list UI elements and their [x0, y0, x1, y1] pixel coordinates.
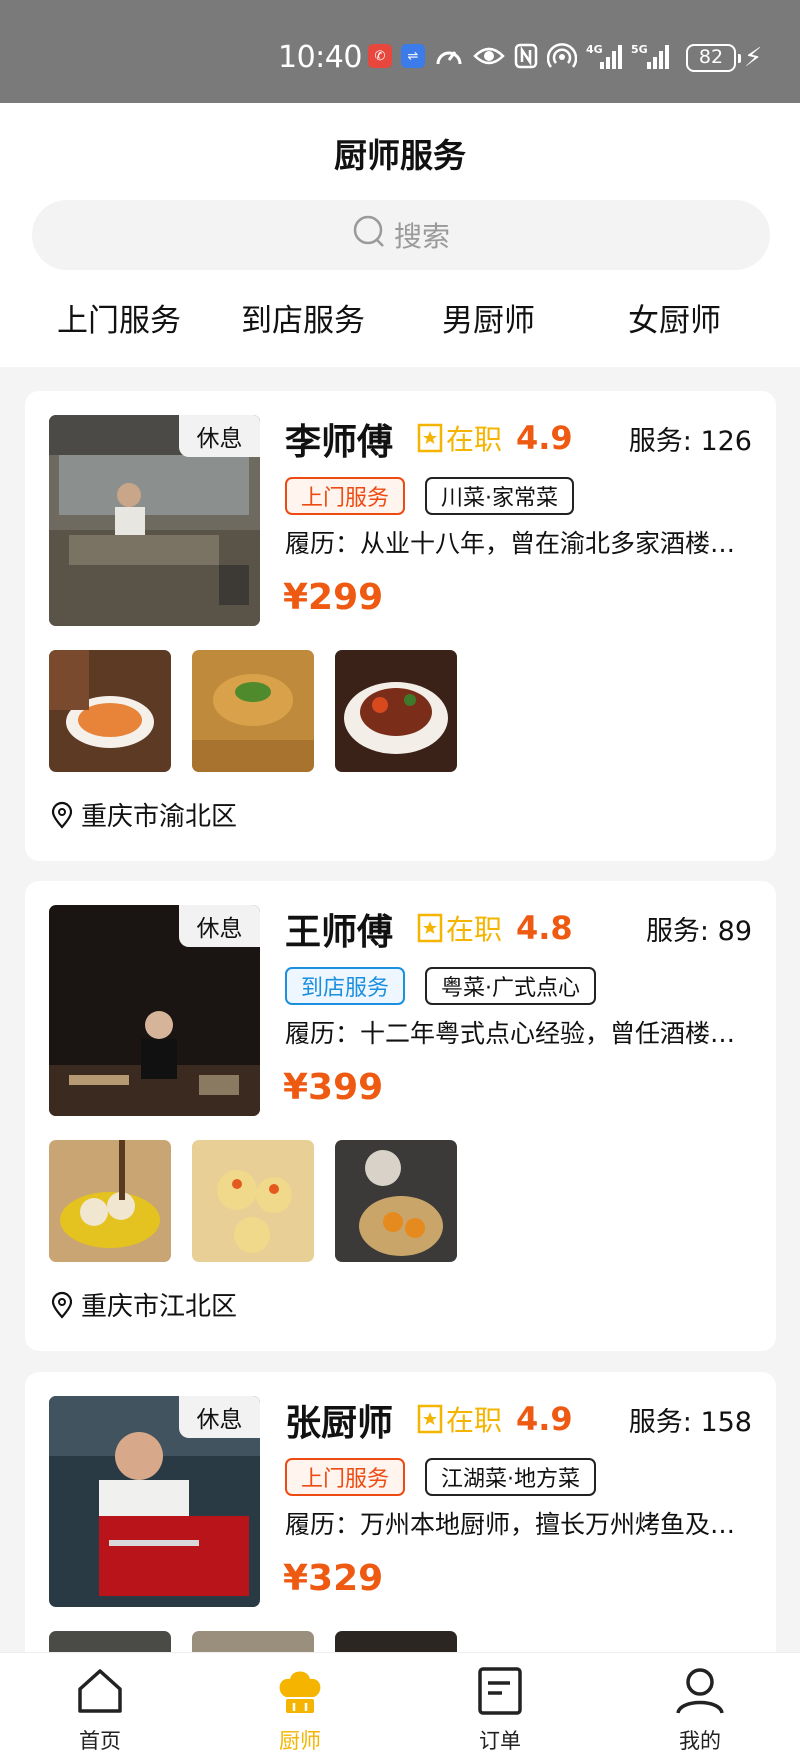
service-type-tag: 上门服务	[285, 1458, 406, 1496]
hotspot-icon	[547, 42, 577, 70]
tab-profile[interactable]: 我的	[650, 1663, 750, 1755]
tab-orders[interactable]: 订单	[450, 1663, 550, 1755]
on-duty-status: 在职	[417, 1399, 502, 1439]
svg-text:4G: 4G	[586, 43, 603, 56]
service-count: 服务: 126	[629, 419, 752, 458]
tab-female-chef[interactable]: 女厨师	[628, 295, 721, 340]
on-duty-status: 在职	[417, 908, 502, 948]
badge-star-icon	[417, 913, 443, 943]
badge-star-icon	[417, 1404, 443, 1434]
location-text: 重庆市江北区	[81, 1292, 238, 1322]
cuisine-tag: 粤菜·广式点心	[425, 967, 596, 1005]
chef-price: ¥399	[283, 1067, 384, 1108]
bottom-tab-bar: 首页 厨师 订单 我的	[0, 1652, 800, 1760]
dish-photo[interactable]	[192, 650, 314, 772]
speedometer-icon	[434, 42, 464, 70]
chef-card[interactable]: 休息 张厨师 在职 4.9 服务: 158 上门服务 江湖菜·地方菜 履历：万州…	[25, 1372, 776, 1672]
tab-label: 首页	[79, 1729, 121, 1753]
dish-photo[interactable]	[335, 650, 457, 772]
search-input[interactable]: 搜索	[32, 200, 770, 270]
status-label: 在职	[446, 1404, 503, 1437]
location-text: 重庆市渝北区	[81, 802, 238, 832]
signal-4g-icon: 4G	[586, 42, 622, 70]
filter-tabs: 上门服务 到店服务 男厨师 女厨师	[0, 295, 800, 355]
status-bar: 10:40 ✆ ⇌ 4G 5G 82 ⚡	[0, 0, 800, 103]
cuisine-tag: 江湖菜·地方菜	[425, 1458, 596, 1496]
status-label: 在职	[446, 913, 503, 946]
service-count: 服务: 89	[646, 909, 752, 948]
chef-avatar: 休息	[49, 1396, 260, 1607]
page-header: 厨师服务 搜索 上门服务 到店服务 男厨师 女厨师	[0, 103, 800, 367]
service-number: 126	[700, 426, 752, 457]
chef-price: ¥329	[283, 1558, 384, 1599]
service-number: 158	[700, 1407, 752, 1438]
tab-home[interactable]: 首页	[50, 1663, 150, 1755]
chef-name: 李师傅	[285, 422, 394, 463]
missed-call-icon: ✆	[368, 44, 392, 68]
chef-avatar: 休息	[49, 415, 260, 626]
profile-icon	[676, 1668, 724, 1714]
chef-price: ¥299	[283, 577, 384, 618]
cuisine-tag: 川菜·家常菜	[425, 477, 574, 515]
page-title: 厨师服务	[334, 136, 466, 175]
usb-icon: ⇌	[401, 44, 425, 68]
chef-rating: 4.9	[516, 419, 573, 457]
dish-photo[interactable]	[192, 1140, 314, 1262]
dish-photo[interactable]	[335, 1140, 457, 1262]
rest-badge: 休息	[179, 905, 260, 947]
chef-rating: 4.8	[516, 909, 573, 947]
tab-male-chef[interactable]: 男厨师	[442, 295, 535, 340]
chef-avatar: 休息	[49, 905, 260, 1116]
tab-store-service[interactable]: 到店服务	[241, 295, 365, 340]
chef-card[interactable]: 休息 李师傅 在职 4.9 服务: 126 上门服务 川菜·家常菜 履历：从业十…	[25, 391, 776, 861]
order-icon	[478, 1667, 522, 1715]
rest-badge: 休息	[179, 415, 260, 457]
search-placeholder: 搜索	[393, 220, 450, 253]
chef-rating: 4.9	[516, 1400, 573, 1438]
service-number: 89	[717, 916, 752, 947]
search-icon	[352, 214, 388, 257]
nfc-icon	[514, 43, 538, 69]
chef-location: 重庆市渝北区	[49, 796, 237, 833]
chef-name: 王师傅	[285, 912, 394, 953]
chef-resume: 履历：十二年粤式点心经验，曾任酒楼点心主管	[285, 1019, 755, 1048]
tab-home-service[interactable]: 上门服务	[57, 295, 181, 340]
battery-icon: 82	[686, 44, 741, 72]
service-type-tag: 上门服务	[285, 477, 406, 515]
tab-chef[interactable]: 厨师	[250, 1663, 350, 1755]
chef-resume: 履历：万州本地厨师，擅长万州烤鱼及江湖菜	[285, 1510, 755, 1539]
signal-5g-icon: 5G	[631, 42, 671, 70]
service-type-tag: 到店服务	[285, 967, 406, 1005]
svg-text:5G: 5G	[631, 43, 648, 56]
service-label: 服务:	[628, 1407, 692, 1438]
service-label: 服务:	[645, 916, 710, 947]
location-pin-icon	[51, 1291, 73, 1319]
badge-star-icon	[417, 423, 443, 453]
status-time: 10:40	[278, 40, 362, 75]
chef-resume: 履历：从业十八年，曾在渝北多家酒楼担任主厨	[285, 529, 755, 558]
status-icons: ✆ ⇌ 4G 5G	[368, 42, 671, 70]
eye-icon	[473, 44, 505, 68]
location-pin-icon	[51, 801, 73, 829]
charging-icon: ⚡	[744, 43, 763, 73]
status-label: 在职	[446, 423, 503, 456]
chef-name: 张厨师	[285, 1403, 394, 1444]
tab-label: 我的	[679, 1729, 721, 1753]
chef-location: 重庆市江北区	[49, 1286, 237, 1323]
service-label: 服务:	[628, 426, 692, 457]
chef-card[interactable]: 休息 王师傅 在职 4.8 服务: 89 到店服务 粤菜·广式点心 履历：十二年…	[25, 881, 776, 1351]
dish-photo[interactable]	[49, 1140, 171, 1262]
dish-photo[interactable]	[49, 650, 171, 772]
chef-hat-icon	[279, 1671, 321, 1713]
rest-badge: 休息	[179, 1396, 260, 1438]
service-count: 服务: 158	[629, 1400, 752, 1439]
tab-label: 厨师	[279, 1729, 321, 1753]
tab-label: 订单	[479, 1729, 521, 1753]
home-icon	[78, 1669, 122, 1713]
on-duty-status: 在职	[417, 418, 502, 458]
